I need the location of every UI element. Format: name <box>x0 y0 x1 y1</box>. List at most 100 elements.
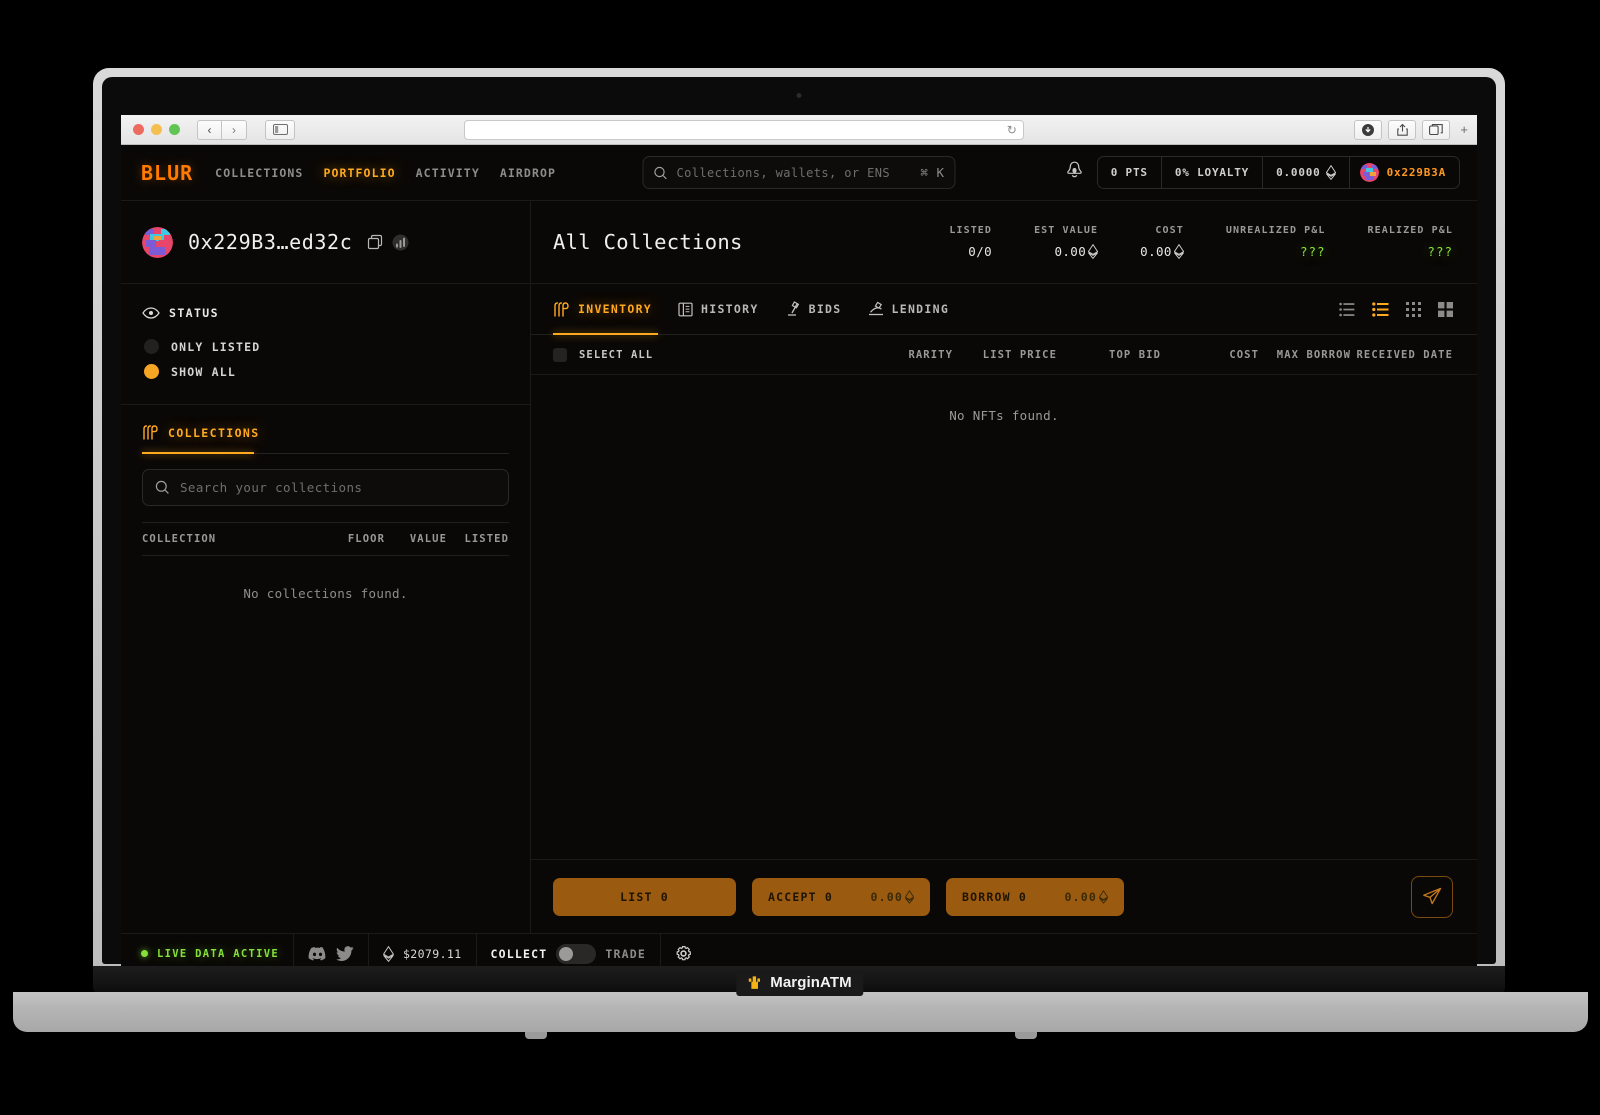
grid-large-icon[interactable] <box>1438 301 1453 317</box>
col-cost[interactable]: COST <box>1161 349 1259 361</box>
select-all-checkbox[interactable] <box>553 347 567 362</box>
tabs-underline <box>531 333 1477 335</box>
global-search-input[interactable]: Collections, wallets, or ENS ⌘ K <box>642 156 956 189</box>
nav-link-collections[interactable]: COLLECTIONS <box>215 166 303 180</box>
account-avatar <box>142 226 173 258</box>
live-status-label: LIVE DATA ACTIVE <box>157 947 279 960</box>
tab-inventory[interactable]: INVENTORY <box>553 284 652 334</box>
new-tab-button[interactable]: + <box>1456 122 1468 137</box>
radio-show-all[interactable] <box>144 364 159 379</box>
grid-small-icon[interactable] <box>1406 301 1421 317</box>
laptop-foot-right <box>1015 1032 1037 1039</box>
stat-unrealized-pnl: UNREALIZED P&L ??? <box>1184 225 1326 259</box>
inventory-empty-state: No NFTs found. <box>949 408 1059 423</box>
close-window-button[interactable] <box>133 124 144 135</box>
collections-search-input[interactable]: Search your collections <box>142 469 509 506</box>
collections-table-header: COLLECTION FLOOR VALUE LISTED <box>142 522 509 556</box>
search-shortcut-hint: ⌘ K <box>920 165 945 180</box>
col-received-date[interactable]: RECEIVED DATE <box>1351 349 1453 361</box>
forward-button[interactable]: › <box>222 119 247 140</box>
history-icon <box>678 302 693 316</box>
copy-icon[interactable] <box>367 234 383 250</box>
col-max-borrow[interactable]: MAX BORROW <box>1259 349 1351 361</box>
select-all-label: SELECT ALL <box>579 348 654 361</box>
collect-trade-toggle[interactable] <box>556 943 597 964</box>
points-pill[interactable]: 0 PTS <box>1098 157 1162 188</box>
list-button[interactable]: LIST 0 <box>553 877 736 916</box>
tab-lending[interactable]: LENDING <box>868 284 950 334</box>
tab-history[interactable]: HISTORY <box>678 284 759 334</box>
share-icon[interactable] <box>1388 119 1417 140</box>
left-sidebar: 0x229B3…ed32c STATUS ONLY LISTED SHOW AL… <box>121 201 531 933</box>
search-icon <box>654 166 667 179</box>
etherscan-icon[interactable] <box>392 234 409 251</box>
window-traffic-lights[interactable] <box>133 124 180 135</box>
gear-icon[interactable] <box>675 945 692 962</box>
live-indicator-dot <box>141 950 148 957</box>
laptop-bezel: ‹ › ↻ + BLUR COLLECTIONS PORTFOLIO ACTIV… <box>102 77 1496 973</box>
laptop-deck <box>13 992 1588 1032</box>
wallet-address-pill[interactable]: 0x229B3A <box>1350 157 1459 188</box>
account-stats-pills: 0 PTS 0% LOYALTY 0.0000 0x229B3A <box>1096 156 1460 189</box>
collections-section-header[interactable]: COLLECTIONS <box>142 425 509 440</box>
radio-only-listed[interactable] <box>144 339 159 354</box>
downloads-icon[interactable] <box>1354 119 1383 140</box>
laptop-foot-left <box>525 1032 547 1039</box>
inventory-grid: No NFTs found. <box>531 375 1477 859</box>
eth-icon <box>1099 889 1108 904</box>
twitter-icon[interactable] <box>335 946 354 961</box>
tab-bids[interactable]: BIDS <box>785 284 842 334</box>
loyalty-pill[interactable]: 0% LOYALTY <box>1162 157 1264 188</box>
nav-link-portfolio[interactable]: PORTFOLIO <box>323 166 395 180</box>
col-value: VALUE <box>409 533 447 545</box>
nav-link-airdrop[interactable]: AIRDROP <box>500 166 556 180</box>
list-detail-icon[interactable] <box>1372 301 1389 317</box>
address-bar[interactable]: ↻ <box>463 119 1024 140</box>
app-body: 0x229B3…ed32c STATUS ONLY LISTED SHOW AL… <box>121 201 1477 933</box>
status-section-header: STATUS <box>142 306 509 320</box>
reload-icon[interactable]: ↻ <box>1007 123 1017 137</box>
action-bar: LIST 0 ACCEPT 0 0.00 BORROW 0 0.00 <box>531 859 1477 933</box>
col-list-price[interactable]: LIST PRICE <box>953 349 1057 361</box>
col-rarity[interactable]: RARITY <box>841 349 953 361</box>
accept-button[interactable]: ACCEPT 0 0.00 <box>752 877 930 916</box>
discord-icon[interactable] <box>308 946 327 961</box>
global-search-placeholder: Collections, wallets, or ENS <box>676 165 890 180</box>
notifications-icon[interactable] <box>1063 159 1086 186</box>
watermark: MarginATM <box>736 970 864 996</box>
maximize-window-button[interactable] <box>169 124 180 135</box>
stat-cost-value: 0.00 <box>1140 244 1184 259</box>
stat-unrealized-pnl-label: UNREALIZED P&L <box>1225 225 1326 236</box>
send-button[interactable] <box>1411 875 1453 918</box>
stat-cost: COST 0.00 <box>1098 225 1184 259</box>
eth-icon <box>382 945 394 962</box>
screen: ‹ › ↻ + BLUR COLLECTIONS PORTFOLIO ACTIV… <box>121 115 1477 973</box>
page-title: All Collections <box>553 230 743 254</box>
tabs-overview-icon[interactable] <box>1422 119 1451 140</box>
sidebar-toggle-icon[interactable] <box>265 119 295 140</box>
account-address: 0x229B3…ed32c <box>188 230 353 254</box>
eth-balance-label: 0.0000 <box>1276 166 1321 179</box>
browser-toolbar-right: + <box>1354 119 1468 140</box>
list-button-label: LIST 0 <box>620 889 669 904</box>
main-nav-links: COLLECTIONS PORTFOLIO ACTIVITY AIRDROP <box>215 166 556 180</box>
avatar <box>1359 163 1379 182</box>
collections-section: COLLECTIONS Search your collections COLL… <box>121 405 530 933</box>
collections-empty-state: No collections found. <box>243 586 408 601</box>
back-button[interactable]: ‹ <box>197 119 222 140</box>
status-option-show-all[interactable]: SHOW ALL <box>142 359 509 384</box>
minimize-window-button[interactable] <box>151 124 162 135</box>
top-right-cluster: 0 PTS 0% LOYALTY 0.0000 0x229B3A <box>1063 156 1460 189</box>
list-compact-icon[interactable] <box>1339 302 1355 317</box>
borrow-button[interactable]: BORROW 0 0.00 <box>946 877 1124 916</box>
eye-icon <box>142 307 160 319</box>
status-option-only-listed[interactable]: ONLY LISTED <box>142 334 509 359</box>
blur-logo[interactable]: BLUR <box>141 161 193 185</box>
browser-nav-buttons[interactable]: ‹ › <box>197 119 247 140</box>
nav-link-activity[interactable]: ACTIVITY <box>416 166 480 180</box>
accept-amount-number: 0.00 <box>870 889 903 904</box>
status-title: STATUS <box>169 306 219 320</box>
col-top-bid[interactable]: TOP BID <box>1057 349 1161 361</box>
stat-cost-label: COST <box>1155 225 1184 236</box>
eth-balance-pill[interactable]: 0.0000 <box>1263 157 1350 188</box>
